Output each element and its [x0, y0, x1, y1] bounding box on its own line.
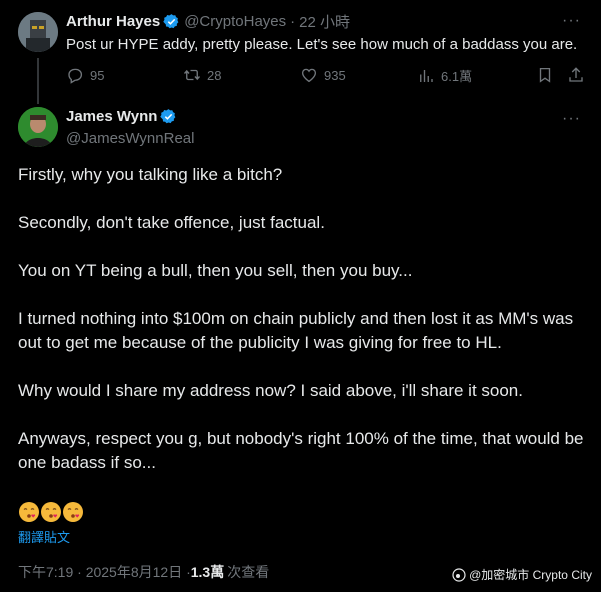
views-label: 次查看: [227, 564, 270, 580]
body-paragraph: Why would I share my address now? I said…: [18, 381, 523, 400]
parent-text: Post ur HYPE addy, pretty please. Let's …: [66, 36, 578, 53]
verified-badge-icon: [160, 109, 176, 124]
more-icon[interactable]: ···: [562, 110, 581, 128]
translate-post-link[interactable]: 翻譯貼文: [18, 527, 70, 546]
body-paragraph: Secondly, don't take offence, just factu…: [18, 213, 325, 232]
post-timestamp[interactable]: 下午7:19 · 2025年8月12日 ·: [18, 562, 191, 582]
like-count: 935: [324, 67, 346, 83]
repost-icon: [183, 69, 201, 81]
author-handle[interactable]: @CryptoHayes: [184, 13, 286, 30]
views-count: 1.3萬: [190, 564, 225, 580]
post-meta: 下午7:19 · 2025年8月12日 · 1.3萬 次查看: [18, 562, 269, 582]
watermark-text: @加密城市 Crypto City: [469, 568, 592, 582]
reply-body: Firstly, why you talking like a bitch? S…: [18, 163, 588, 499]
author-name[interactable]: James Wynn: [66, 108, 157, 125]
share-button[interactable]: [567, 66, 585, 84]
repost-button[interactable]: 28: [183, 66, 221, 84]
reply-button[interactable]: 95: [66, 66, 104, 84]
reply-count: 95: [90, 67, 105, 83]
like-icon: [301, 68, 317, 83]
watermark: @加密城市 Crypto City: [452, 566, 592, 583]
verified-badge-icon: [163, 13, 179, 28]
like-button[interactable]: 935: [300, 66, 346, 84]
bookmark-icon: [539, 67, 551, 83]
kiss-emoji-icon: [19, 502, 39, 522]
views-count: 6.1萬: [441, 69, 473, 84]
share-icon: [569, 67, 583, 82]
reply-header: James Wynn: [66, 108, 177, 125]
body-paragraph: Firstly, why you talking like a bitch?: [18, 165, 283, 184]
avatar-arthur-hayes[interactable]: [18, 12, 58, 52]
body-paragraph: You on YT being a bull, then you sell, t…: [18, 261, 413, 280]
post-time[interactable]: 22 小時: [299, 11, 350, 32]
reply-icon: [68, 68, 83, 84]
parent-tweet[interactable]: Arthur Hayes @CryptoHayes · 22 小時 ··· Po…: [0, 0, 601, 104]
weibo-logo-icon: [452, 567, 466, 582]
more-icon[interactable]: ···: [562, 12, 581, 30]
views-button[interactable]: 6.1萬: [417, 66, 472, 85]
kiss-emoji-icon: [63, 502, 83, 522]
emoji-row: [18, 501, 84, 523]
body-paragraph: Anyways, respect you g, but nobody's rig…: [18, 429, 584, 472]
body-paragraph: I turned nothing into $100m on chain pub…: [18, 309, 574, 352]
author-handle[interactable]: @JamesWynnReal: [66, 130, 194, 147]
bookmark-button[interactable]: [536, 66, 554, 84]
action-bar: 95 28 935 6.1萬: [66, 66, 586, 86]
kiss-emoji-icon: [41, 502, 61, 522]
repost-count: 28: [207, 67, 222, 83]
separator-dot: ·: [290, 12, 296, 30]
author-name[interactable]: Arthur Hayes: [66, 13, 160, 30]
views-icon: [420, 69, 433, 82]
parent-header: Arthur Hayes @CryptoHayes · 22 小時: [66, 11, 350, 31]
avatar-james-wynn[interactable]: [18, 107, 58, 147]
